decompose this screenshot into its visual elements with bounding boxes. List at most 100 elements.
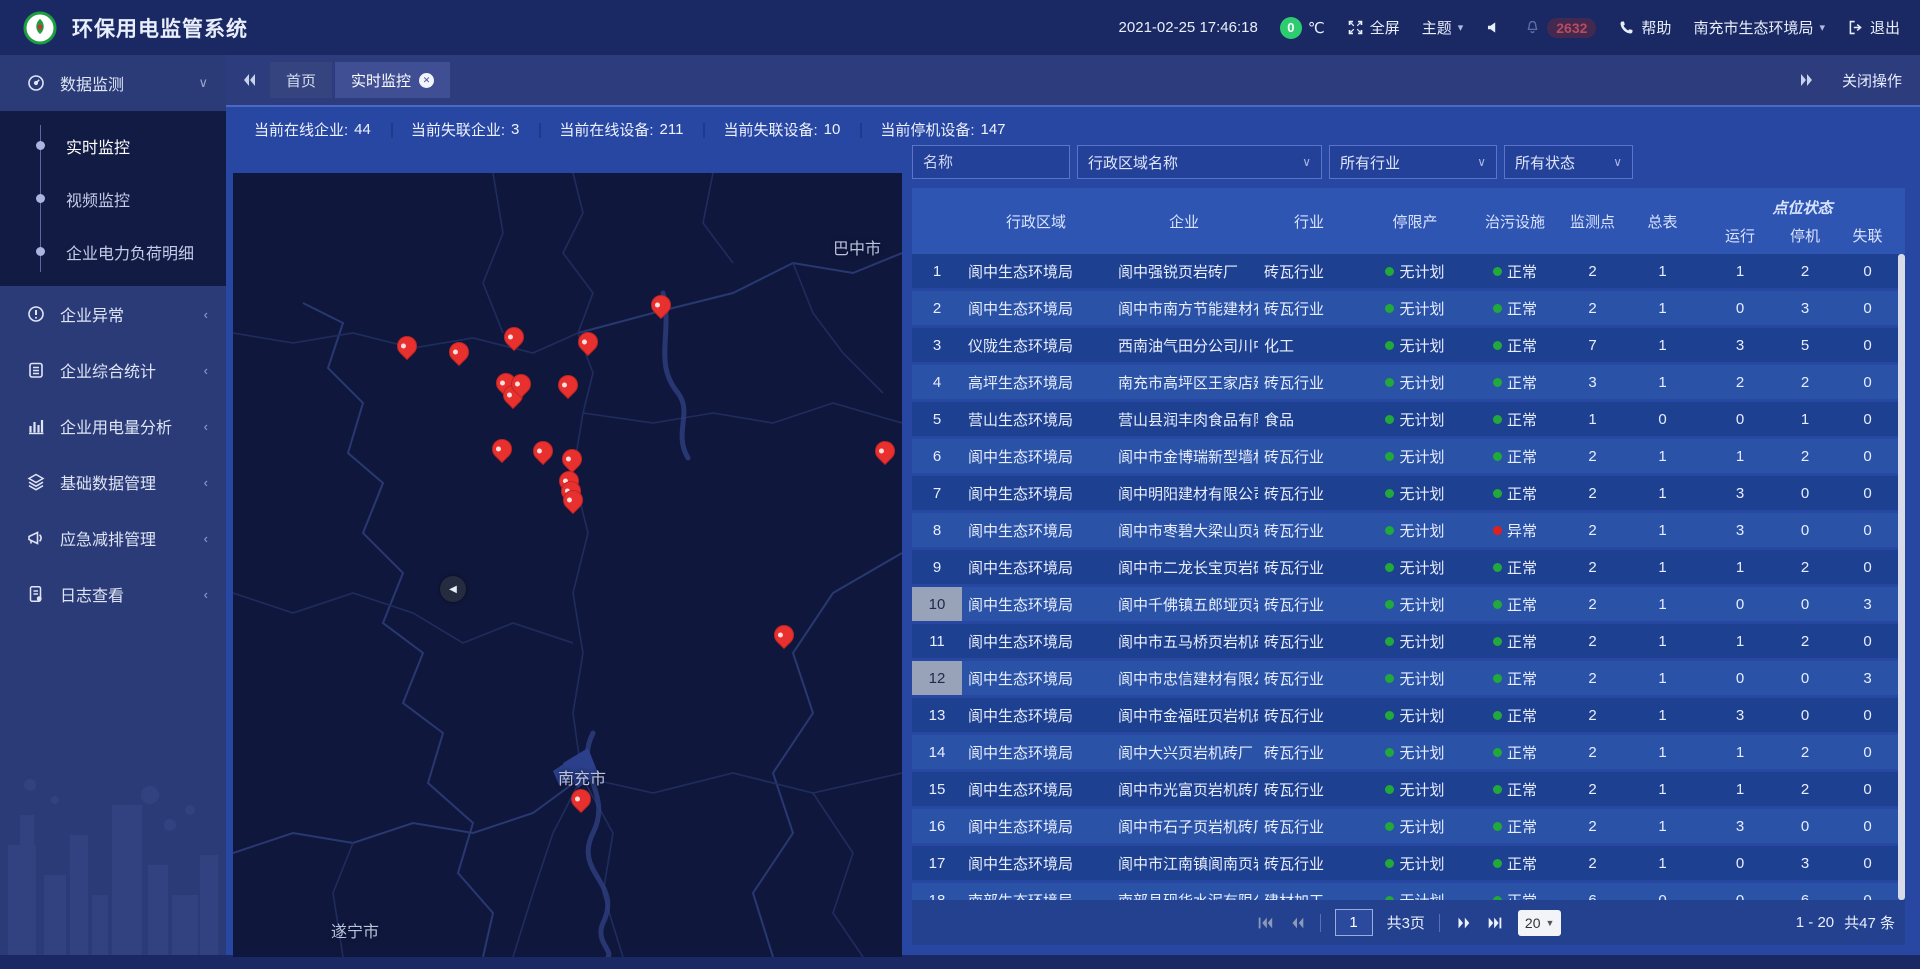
table-row[interactable]: 12阆中生态环境局阆中市忠信建材有限公砖瓦行业无计划正常21003 <box>912 661 1905 698</box>
first-page-button[interactable] <box>1256 914 1274 932</box>
company-cell: 阆中市五马桥页岩机砖 <box>1110 624 1258 658</box>
status-dot-icon <box>1493 378 1502 387</box>
sidebar-item-5[interactable]: 基础数据管理‹ <box>0 454 226 510</box>
table-row[interactable]: 7阆中生态环境局阆中明阳建材有限公司砖瓦行业无计划正常21300 <box>912 476 1905 513</box>
total-pages-label: 共3页 <box>1387 912 1425 933</box>
industry-filter-select[interactable]: 所有行业 ∨ <box>1329 145 1497 179</box>
status-filter-select[interactable]: 所有状态 ∨ <box>1504 145 1633 179</box>
stat-item: 当前停机设备:147 <box>860 119 1025 140</box>
facility-status-cell: 正常 <box>1470 439 1560 473</box>
industry-cell: 砖瓦行业 <box>1258 661 1360 695</box>
sidebar-submenu-item[interactable]: 视频监控 <box>0 172 226 225</box>
sidebar-item-6[interactable]: 应急减排管理‹ <box>0 510 226 566</box>
sidebar-submenu-item[interactable]: 企业电力负荷明细 <box>0 225 226 278</box>
table-row[interactable]: 16阆中生态环境局阆中市石子页岩机砖厂砖瓦行业无计划正常21300 <box>912 809 1905 846</box>
page-number-input[interactable] <box>1335 909 1373 936</box>
tab-realtime-monitor[interactable]: 实时监控 ✕ <box>335 62 450 98</box>
limit-status-cell: 无计划 <box>1360 365 1470 399</box>
tabbar-right-controls: 关闭操作 <box>1796 70 1902 91</box>
sidebar-item-3[interactable]: 企业综合统计‹ <box>0 342 226 398</box>
meter-total-cell: 0 <box>1625 402 1700 436</box>
chevron-left-icon: ‹ <box>204 475 208 490</box>
theme-menu[interactable]: 主题 ▾ <box>1422 17 1464 38</box>
run-count-cell: 1 <box>1700 735 1780 769</box>
name-filter-field[interactable] <box>912 145 1070 179</box>
app-logo-icon <box>22 10 58 46</box>
row-number-cell: 3 <box>912 328 962 362</box>
limit-status-cell: 无计划 <box>1360 735 1470 769</box>
bell-icon <box>1524 19 1541 36</box>
sidebar-item-4[interactable]: 企业用电量分析‹ <box>0 398 226 454</box>
sidebar-submenu-item[interactable]: 实时监控 <box>0 119 226 172</box>
last-page-button[interactable] <box>1486 914 1504 932</box>
app-root: 环保用电监管系统 2021-02-25 17:46:18 0 ℃ 全屏 主题 ▾ <box>0 0 1920 969</box>
notification-widget[interactable]: 2632 <box>1524 18 1596 38</box>
tabs-scroll-left-icon[interactable] <box>240 70 260 90</box>
facility-status-cell: 正常 <box>1470 328 1560 362</box>
lost-count-cell: 3 <box>1830 661 1905 695</box>
tabs-scroll-right-icon[interactable] <box>1796 70 1816 90</box>
name-filter-input[interactable] <box>923 154 1059 171</box>
run-count-cell: 1 <box>1700 439 1780 473</box>
table-row[interactable]: 17阆中生态环境局阆中市江南镇阆南页岩砖瓦行业无计划正常21030 <box>912 846 1905 883</box>
mute-button[interactable] <box>1485 19 1502 36</box>
table-row[interactable]: 10阆中生态环境局阆中千佛镇五郎垭页岩砖瓦行业无计划正常21003 <box>912 587 1905 624</box>
status-dot-icon <box>1385 378 1394 387</box>
close-operations-button[interactable]: 关闭操作 <box>1842 70 1902 91</box>
status-dot-icon <box>1385 304 1394 313</box>
table-row[interactable]: 9阆中生态环境局阆中市二龙长宝页岩砖砖瓦行业无计划正常21120 <box>912 550 1905 587</box>
fullscreen-button[interactable]: 全屏 <box>1347 17 1400 38</box>
table-row[interactable]: 15阆中生态环境局阆中市光富页岩机砖厂砖瓦行业无计划正常21120 <box>912 772 1905 809</box>
table-row[interactable]: 8阆中生态环境局阆中市枣碧大梁山页岩砖瓦行业无计划异常21300 <box>912 513 1905 550</box>
table-row[interactable]: 5营山生态环境局营山县润丰肉食品有限食品无计划正常10010 <box>912 402 1905 439</box>
sidebar-collapse-button[interactable]: ◀ <box>440 576 466 602</box>
industry-cell: 砖瓦行业 <box>1258 476 1360 510</box>
page-size-select[interactable]: 20 ▼ <box>1518 910 1562 936</box>
region-cell: 高坪生态环境局 <box>962 365 1110 399</box>
region-cell: 阆中生态环境局 <box>962 735 1110 769</box>
limit-status-cell: 无计划 <box>1360 291 1470 325</box>
table-row[interactable]: 3仪陇生态环境局西南油气田分公司川中化工无计划正常71350 <box>912 328 1905 365</box>
table-row[interactable]: 2阆中生态环境局阆中市南方节能建材有砖瓦行业无计划正常21030 <box>912 291 1905 328</box>
table-row[interactable]: 18南部生态环境局南部县砚华水泥有限公建材加工无计划正常60060 <box>912 883 1905 900</box>
table-row[interactable]: 13阆中生态环境局阆中市金福旺页岩机砖砖瓦行业无计划正常21300 <box>912 698 1905 735</box>
logout-button[interactable]: 退出 <box>1847 17 1900 38</box>
table-scrollbar[interactable] <box>1898 254 1905 900</box>
sidebar-item-1[interactable]: 数据监测∨ <box>0 55 226 111</box>
region-filter-select[interactable]: 行政区域名称 ∨ <box>1077 145 1322 179</box>
next-page-button[interactable] <box>1454 914 1472 932</box>
chevron-left-icon: ‹ <box>204 307 208 322</box>
status-dot-icon <box>1493 489 1502 498</box>
table-row[interactable]: 6阆中生态环境局阆中市金博瑞新型墙材砖瓦行业无计划正常21120 <box>912 439 1905 476</box>
org-menu[interactable]: 南充市生态环境局 ▾ <box>1693 17 1825 38</box>
pagination-bar: 共3页 20 ▼ 1 - 20 <box>912 900 1905 945</box>
stat-item: 当前在线设备:211 <box>539 119 703 140</box>
tab-home[interactable]: 首页 <box>270 62 332 98</box>
table-row[interactable]: 11阆中生态环境局阆中市五马桥页岩机砖砖瓦行业无计划正常21120 <box>912 624 1905 661</box>
status-dot-icon <box>1493 267 1502 276</box>
table-row[interactable]: 14阆中生态环境局阆中大兴页岩机砖厂砖瓦行业无计划正常21120 <box>912 735 1905 772</box>
industry-filter-value: 所有行业 <box>1340 152 1400 173</box>
gis-map[interactable]: 巴中市南充市遂宁市 <box>233 173 902 957</box>
meter-total-cell: 1 <box>1625 513 1700 547</box>
facility-status-cell: 正常 <box>1470 735 1560 769</box>
sidebar-item-7[interactable]: 日志查看‹ <box>0 566 226 622</box>
prev-page-button[interactable] <box>1288 914 1306 932</box>
org-label: 南充市生态环境局 <box>1693 17 1813 38</box>
table-row[interactable]: 4高坪生态环境局南充市高坪区王家店建砖瓦行业无计划正常31220 <box>912 365 1905 402</box>
tab-close-icon[interactable]: ✕ <box>419 73 434 88</box>
help-button[interactable]: 帮助 <box>1618 17 1671 38</box>
stop-count-cell: 6 <box>1780 883 1830 900</box>
stat-value: 147 <box>981 121 1006 138</box>
facility-status-cell: 正常 <box>1470 476 1560 510</box>
status-dot-icon <box>1385 859 1394 868</box>
lost-count-cell: 0 <box>1830 846 1905 880</box>
status-dot-icon <box>1385 600 1394 609</box>
status-dot-icon <box>1385 563 1394 572</box>
stop-count-cell: 0 <box>1780 809 1830 843</box>
table-row[interactable]: 1阆中生态环境局阆中强锐页岩砖厂砖瓦行业无计划正常21120 <box>912 254 1905 291</box>
sidebar-item-2[interactable]: 企业异常‹ <box>0 286 226 342</box>
industry-cell: 砖瓦行业 <box>1258 735 1360 769</box>
meter-total-cell: 1 <box>1625 291 1700 325</box>
stop-count-cell: 0 <box>1780 513 1830 547</box>
